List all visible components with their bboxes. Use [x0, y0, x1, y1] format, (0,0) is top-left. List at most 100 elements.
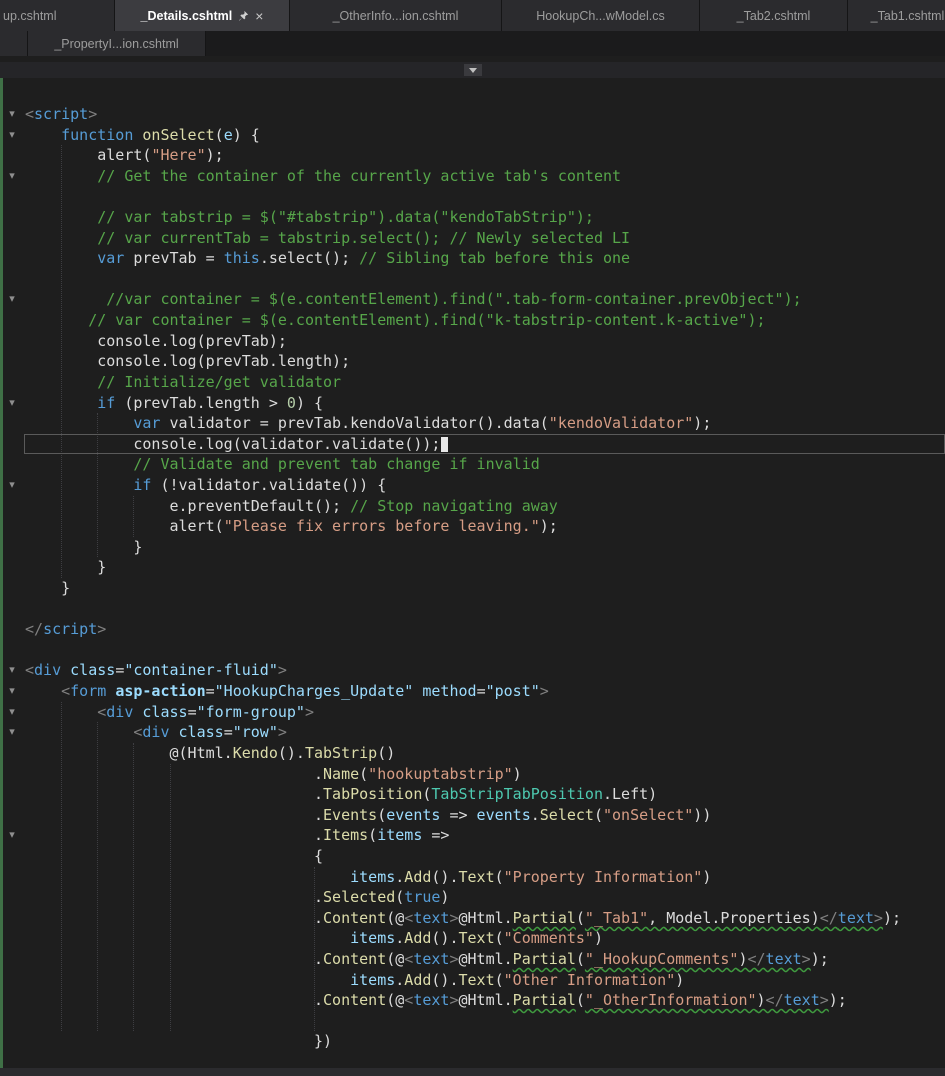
- code-token: .: [395, 970, 405, 989]
- code-line[interactable]: </script>: [0, 619, 945, 640]
- code-line[interactable]: ▾ // Get the container of the currently …: [0, 166, 945, 187]
- code-line[interactable]: {: [0, 846, 945, 867]
- document-tab[interactable]: _Details.cshtml ×: [115, 0, 290, 31]
- code-token: "container-fluid": [124, 661, 278, 680]
- gutter-margin: [0, 640, 24, 661]
- fold-collapse-icon[interactable]: ▾: [0, 722, 24, 743]
- code-token: @Html.: [458, 908, 513, 927]
- gutter-margin: [0, 949, 24, 970]
- code-token: ().: [431, 970, 459, 989]
- code-line[interactable]: }: [0, 578, 945, 599]
- gutter-margin: [0, 496, 24, 517]
- code-line[interactable]: // Initialize/get validator: [0, 372, 945, 393]
- code-line[interactable]: [0, 269, 945, 290]
- code-line[interactable]: .TabPosition(TabStripTabPosition.Left): [0, 784, 945, 805]
- code-token: // var container = $(e.contentElement).f…: [25, 311, 766, 330]
- pin-icon[interactable]: [238, 10, 249, 21]
- document-tab[interactable]: up.cshtml: [0, 0, 115, 31]
- code-token: @Html.: [458, 991, 513, 1010]
- code-line[interactable]: .Content(@<text>@Html.Partial("_OtherInf…: [0, 990, 945, 1011]
- fold-collapse-icon[interactable]: ▾: [0, 702, 24, 723]
- code-line[interactable]: ▾ <div class="form-group">: [0, 702, 945, 723]
- code-token: // Get the container of the currently ac…: [25, 166, 622, 185]
- code-token: >: [873, 908, 883, 927]
- code-line[interactable]: items.Add().Text("Other Information"): [0, 970, 945, 991]
- document-tab[interactable]: [0, 31, 28, 56]
- close-icon[interactable]: ×: [255, 9, 263, 23]
- code-token: >: [277, 661, 287, 680]
- code-line[interactable]: .Name("hookuptabstrip"): [0, 764, 945, 785]
- code-line[interactable]: ▾ //var container = $(e.contentElement).…: [0, 289, 945, 310]
- code-line[interactable]: }: [0, 557, 945, 578]
- fold-collapse-icon[interactable]: ▾: [0, 393, 24, 414]
- fold-collapse-icon[interactable]: ▾: [0, 475, 24, 496]
- code-line[interactable]: // Validate and prevent tab change if in…: [0, 454, 945, 475]
- code-line[interactable]: @(Html.Kendo().TabStrip(): [0, 743, 945, 764]
- fold-collapse-icon[interactable]: ▾: [0, 125, 24, 146]
- code-line[interactable]: items.Add().Text("Property Information"): [0, 867, 945, 888]
- code-line[interactable]: }): [0, 1031, 945, 1052]
- gutter-margin: [0, 351, 24, 372]
- code-token: "row": [232, 723, 278, 742]
- tab-label: up.cshtml: [3, 8, 57, 23]
- code-line[interactable]: ▾ <div class="container-fluid">: [0, 660, 945, 681]
- code-token: <: [97, 702, 107, 721]
- document-tab[interactable]: _Tab1.cshtml: [848, 0, 945, 31]
- fold-collapse-icon[interactable]: ▾: [0, 289, 24, 310]
- document-tab[interactable]: _OtherInfo...ion.cshtml: [290, 0, 502, 31]
- fold-collapse-icon[interactable]: ▾: [0, 681, 24, 702]
- code-line[interactable]: ▾ <div class="row">: [0, 722, 945, 743]
- code-token: // var currentTab = tabstrip.select(); /…: [25, 228, 631, 247]
- fold-collapse-icon[interactable]: ▾: [0, 660, 24, 681]
- gutter-margin: [0, 599, 24, 620]
- active-code-line[interactable]: console.log(validator.validate());: [0, 434, 945, 455]
- code-line[interactable]: [0, 640, 945, 661]
- code-line[interactable]: ▾ function onSelect(e) {: [0, 125, 945, 146]
- code-line[interactable]: var prevTab = this.select(); // Sibling …: [0, 248, 945, 269]
- fold-collapse-icon[interactable]: ▾: [0, 825, 24, 846]
- code-line[interactable]: }: [0, 537, 945, 558]
- code-line[interactable]: .Content(@<text>@Html.Partial("_Tab1", M…: [0, 908, 945, 929]
- document-tab[interactable]: _PropertyI...ion.cshtml: [28, 31, 206, 56]
- code-line[interactable]: items.Add().Text("Comments"): [0, 928, 945, 949]
- document-tab[interactable]: _Tab2.cshtml: [700, 0, 848, 31]
- tab-label: _PropertyI...ion.cshtml: [54, 36, 179, 51]
- document-tab[interactable]: HookupCh...wModel.cs: [502, 0, 700, 31]
- code-token: .: [395, 929, 405, 948]
- code-text: if (!validator.validate()) {: [24, 475, 945, 496]
- code-editor[interactable]: ▾ <script> ▾ function onSelect(e) { alert(…: [0, 78, 945, 1068]
- code-line[interactable]: [0, 186, 945, 207]
- code-token: method: [422, 682, 477, 701]
- code-line[interactable]: ▾ .Items(items =>: [0, 825, 945, 846]
- code-token: >: [539, 682, 549, 701]
- navbar-collapse-button[interactable]: [463, 64, 482, 76]
- code-line[interactable]: [0, 1011, 945, 1032]
- code-text: //var container = $(e.contentElement).fi…: [24, 289, 945, 310]
- code-line[interactable]: // var container = $(e.contentElement).f…: [0, 310, 945, 331]
- code-line[interactable]: alert("Please fix errors before leaving.…: [0, 516, 945, 537]
- code-line[interactable]: .Selected(true): [0, 887, 945, 908]
- code-line[interactable]: e.preventDefault(); // Stop navigating a…: [0, 496, 945, 517]
- code-line[interactable]: console.log(prevTab.length);: [0, 351, 945, 372]
- code-line[interactable]: .Content(@<text>@Html.Partial("_HookupCo…: [0, 949, 945, 970]
- code-token: (prevTab.length >: [115, 393, 287, 412]
- code-line[interactable]: ▾ if (prevTab.length > 0) {: [0, 393, 945, 414]
- code-line[interactable]: [0, 599, 945, 620]
- fold-collapse-icon[interactable]: ▾: [0, 104, 24, 125]
- code-text: .TabPosition(TabStripTabPosition.Left): [24, 784, 945, 805]
- code-token: Partial: [512, 991, 576, 1010]
- code-line[interactable]: console.log(prevTab);: [0, 331, 945, 352]
- code-line[interactable]: var validator = prevTab.kendoValidator()…: [0, 413, 945, 434]
- code-line[interactable]: .Events(events => events.Select("onSelec…: [0, 805, 945, 826]
- code-line[interactable]: // var tabstrip = $("#tabstrip").data("k…: [0, 207, 945, 228]
- code-line[interactable]: ▾ <form asp-action="HookupCharges_Update…: [0, 681, 945, 702]
- code-line[interactable]: // var currentTab = tabstrip.select(); /…: [0, 228, 945, 249]
- chevron-down-icon: [468, 67, 477, 73]
- code-line[interactable]: ▾ <script>: [0, 104, 945, 125]
- code-line[interactable]: ▾ if (!validator.validate()) {: [0, 475, 945, 496]
- fold-collapse-icon[interactable]: ▾: [0, 166, 24, 187]
- horizontal-scrollbar-track[interactable]: [0, 1068, 945, 1076]
- code-token: "_Tab1": [584, 908, 649, 927]
- code-line[interactable]: alert("Here");: [0, 145, 945, 166]
